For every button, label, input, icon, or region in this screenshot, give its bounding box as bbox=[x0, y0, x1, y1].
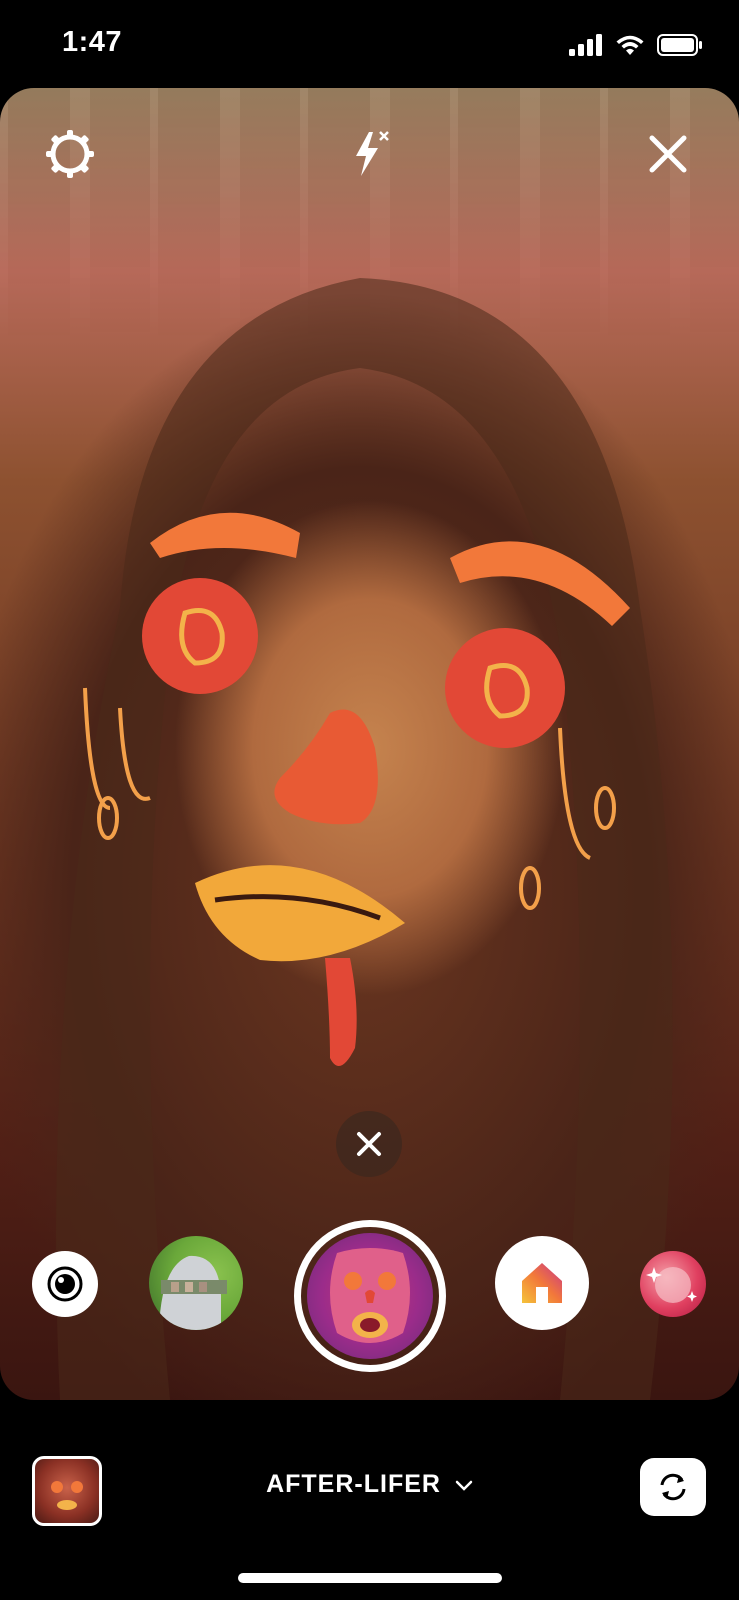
effect-name-label: AFTER-LIFER bbox=[266, 1470, 441, 1498]
status-time: 1:47 bbox=[62, 26, 123, 58]
camera-preview bbox=[0, 88, 739, 1400]
portrait-thumbnail bbox=[159, 1255, 227, 1330]
sparkle-icon bbox=[646, 1267, 697, 1303]
remove-effect-button[interactable] bbox=[336, 1111, 402, 1177]
close-icon bbox=[649, 135, 687, 173]
flash-button[interactable] bbox=[340, 124, 400, 184]
face-effect-thumbnail[interactable] bbox=[149, 1236, 243, 1330]
sparkle-effect-button[interactable] bbox=[640, 1251, 706, 1317]
wifi-icon bbox=[616, 35, 644, 55]
settings-button[interactable] bbox=[40, 124, 100, 184]
effect-name-selector[interactable]: AFTER-LIFER bbox=[0, 1470, 739, 1500]
status-icons bbox=[569, 34, 703, 56]
after-lifer-effect-icon bbox=[330, 1248, 410, 1343]
home-indicator[interactable] bbox=[238, 1573, 502, 1583]
flip-camera-button[interactable] bbox=[640, 1458, 706, 1516]
status-bar: 1:47 bbox=[0, 0, 739, 88]
home-icon bbox=[522, 1263, 562, 1303]
bottom-bar: AFTER-LIFER bbox=[0, 1400, 739, 1600]
camera-effect-button[interactable] bbox=[32, 1251, 98, 1317]
selected-effect-thumbnail bbox=[307, 1233, 433, 1359]
flash-off-icon bbox=[356, 131, 389, 176]
flip-camera-icon bbox=[660, 1473, 686, 1501]
close-icon bbox=[357, 1132, 381, 1156]
camera-lens-icon bbox=[47, 1266, 83, 1302]
home-effect-button[interactable] bbox=[495, 1236, 589, 1330]
signal-icon bbox=[569, 34, 602, 56]
close-button[interactable] bbox=[638, 124, 698, 184]
settings-icon bbox=[46, 130, 94, 178]
battery-icon bbox=[657, 34, 702, 56]
capture-button[interactable] bbox=[294, 1220, 446, 1372]
chevron-down-icon bbox=[455, 1471, 473, 1500]
